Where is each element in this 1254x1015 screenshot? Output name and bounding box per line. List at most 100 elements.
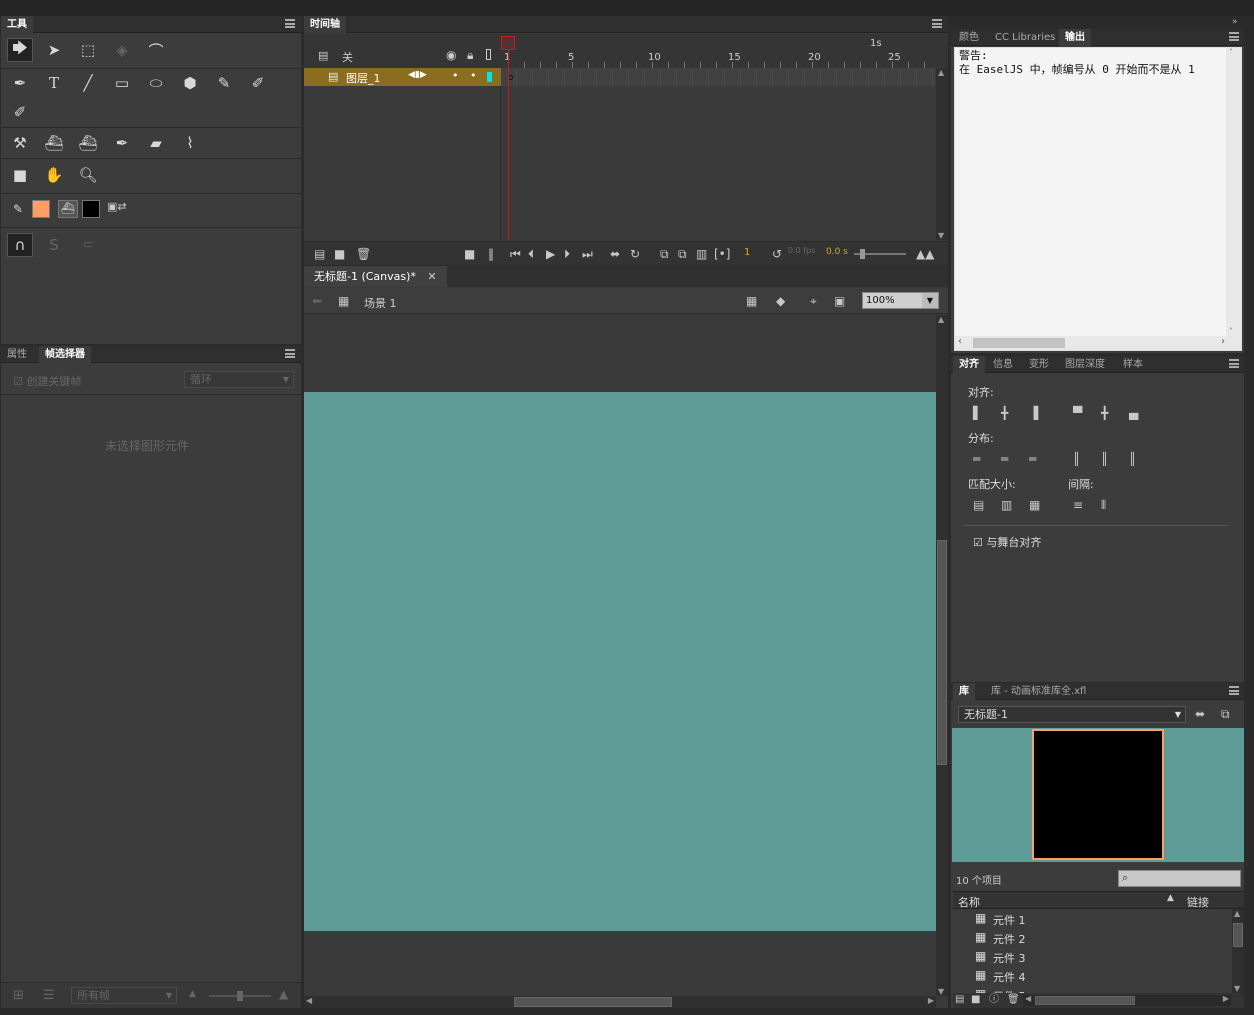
straighten-icon[interactable]: ⸦ [75, 233, 101, 257]
tab-color[interactable]: 颜色 [953, 29, 985, 46]
output-hscroll[interactable]: ‹ › [955, 336, 1241, 350]
timeline-vscroll[interactable]: ▲ ▼ [936, 68, 948, 240]
frame-cell[interactable] [580, 68, 581, 86]
elapsed-time[interactable]: 0.0 s [826, 247, 848, 257]
polystar-tool-icon[interactable]: ⬢ [177, 71, 203, 95]
text-tool-icon[interactable]: T [41, 71, 67, 95]
delete-layer-icon[interactable]: 🗑︎ [356, 247, 371, 261]
frame-cell[interactable] [708, 68, 709, 86]
thumbnail-size-slider[interactable] [209, 991, 271, 1001]
frame-cell[interactable] [932, 68, 933, 86]
new-folder-icon[interactable]: ■ [971, 993, 980, 1007]
edit-multiple-icon[interactable]: ▥ [696, 247, 707, 261]
col-name[interactable]: 名称 [958, 894, 980, 910]
oval-tool-icon[interactable]: ⬭ [143, 71, 169, 95]
3d-rotation-tool-icon[interactable]: ◈ [109, 38, 135, 62]
new-folder-icon[interactable]: ■ [334, 247, 345, 261]
tab-info[interactable]: 信息 [987, 356, 1019, 373]
frame-cell[interactable] [692, 68, 693, 86]
lock-dot[interactable]: • [470, 69, 477, 82]
frame-cell[interactable] [804, 68, 805, 86]
layer-color-swatch[interactable] [487, 72, 492, 82]
frame-cell[interactable] [644, 68, 645, 86]
tab-library[interactable]: 库 [953, 683, 975, 700]
loop-select[interactable]: 循环 ▼ [184, 371, 294, 388]
frame-cell[interactable] [852, 68, 853, 86]
list-item[interactable]: ▦元件 5 [953, 985, 1231, 993]
panel-menu-icon[interactable] [285, 349, 295, 358]
layer-row[interactable]: ▤ 图层_1 ◀▮▶ • • [304, 68, 501, 86]
tab-swatches[interactable]: 样本 [1117, 356, 1149, 373]
list-item[interactable]: ▦ 元件 4 [953, 966, 1231, 985]
tab-align[interactable]: 对齐 [953, 356, 985, 373]
close-icon[interactable]: ✕ [427, 270, 436, 283]
scroll-up-icon[interactable]: ▲ [938, 315, 944, 324]
tab-library-file[interactable]: 库 - 动画标准库全.xfl [985, 683, 1092, 700]
distribute-bottom-icon[interactable]: ═ [1029, 452, 1036, 466]
first-frame-icon[interactable]: ⏮︎ [510, 247, 521, 261]
modify-markers-icon[interactable]: [•] [714, 247, 730, 261]
scroll-right-icon[interactable]: ▶ [928, 996, 934, 1005]
library-hscroll-thumb[interactable] [1035, 996, 1135, 1005]
output-text-area[interactable]: 警告: 在 EaselJS 中，帧编号从 0 开始而不是从 1 ˄ ˅ ‹ › [954, 47, 1242, 351]
outline-icon[interactable] [486, 49, 491, 60]
stage-hscroll[interactable]: ◀ ▶ [304, 996, 936, 1008]
output-hscroll-thumb[interactable] [973, 338, 1065, 348]
frame-cell[interactable] [772, 68, 773, 86]
tab-layer-depth[interactable]: 图层深度 [1059, 356, 1111, 373]
frame-cell[interactable] [884, 68, 885, 86]
distribute-left-icon[interactable]: ║ [1073, 452, 1080, 466]
hscroll-thumb[interactable] [514, 997, 672, 1007]
create-keyframe-checkbox[interactable]: ☑ 创建关键帧 [13, 373, 81, 389]
scroll-down-icon[interactable]: ▼ [1234, 984, 1240, 993]
step-back-icon[interactable]: ⏴︎ [528, 247, 534, 261]
frame-cell[interactable] [548, 68, 549, 86]
new-symbol-icon[interactable]: ▤ [955, 993, 964, 1007]
frame-cell[interactable] [676, 68, 677, 86]
frame-cell[interactable] [916, 68, 917, 86]
scroll-up-icon[interactable]: ˄ [1229, 48, 1233, 57]
selection-tool-icon[interactable]: 🡆 [7, 38, 33, 62]
smooth-icon[interactable]: S [41, 233, 67, 257]
distribute-top-icon[interactable]: ═ [973, 452, 980, 466]
align-right-icon[interactable]: ▐ [1029, 406, 1038, 420]
scroll-right-icon[interactable]: ▶ [1223, 994, 1229, 1003]
timeline-zoom-slider[interactable] [854, 249, 906, 259]
tab-transform[interactable]: 变形 [1023, 356, 1055, 373]
tab-frame-picker[interactable]: 帧选择器 [39, 346, 91, 363]
frame-cell[interactable] [724, 68, 725, 86]
scroll-down-icon[interactable]: ˅ [1229, 327, 1233, 336]
visibility-dot[interactable]: • [452, 69, 459, 82]
match-width-icon[interactable]: ▤ [973, 498, 984, 512]
space-vertical-icon[interactable]: ≡ [1073, 498, 1083, 512]
library-vscroll-thumb[interactable] [1233, 923, 1243, 947]
swap-colors-icon[interactable]: ▣⇄ [107, 200, 127, 213]
frame-size-icon[interactable]: ▲▲ [916, 247, 934, 261]
list-view-icon[interactable]: ☰ [43, 988, 55, 1003]
library-search-input[interactable]: ⌕ [1118, 870, 1241, 887]
collapse-arrows-icon[interactable]: » [1232, 17, 1238, 27]
stage-vscroll[interactable]: ▲ ▼ [936, 315, 948, 996]
frame-cell[interactable] [532, 68, 533, 86]
stage[interactable] [304, 392, 936, 931]
bone-tool-icon[interactable]: ⚒ [7, 131, 33, 155]
fill-color-swatch[interactable] [32, 200, 50, 218]
playhead[interactable] [501, 36, 515, 50]
edit-symbol-icon[interactable]: ◆ [776, 294, 785, 308]
frame-cell[interactable] [516, 68, 517, 86]
frame-cell[interactable] [660, 68, 661, 86]
align-bottom-icon[interactable]: ▄ [1129, 406, 1138, 420]
grid-view-icon[interactable]: ⊞ [13, 988, 24, 1003]
list-item[interactable]: ▦ 元件 1 [953, 909, 1231, 928]
panel-menu-icon[interactable] [932, 19, 942, 28]
frame-cell[interactable] [740, 68, 741, 86]
pencil-tool-icon[interactable]: ✎ [211, 71, 237, 95]
camera-tool-icon[interactable]: ■ [7, 163, 33, 187]
clip-stage-icon[interactable]: ▣ [834, 294, 845, 308]
sort-up-icon[interactable]: ▲ [1167, 893, 1174, 903]
center-stage-icon[interactable]: ⌖ [810, 294, 817, 308]
line-tool-icon[interactable]: ╱ [75, 71, 101, 95]
tab-tools[interactable]: 工具 [1, 16, 33, 33]
lock-icon[interactable]: 🔒︎ [467, 48, 473, 63]
layer-name[interactable]: 图层_1 [346, 70, 381, 86]
